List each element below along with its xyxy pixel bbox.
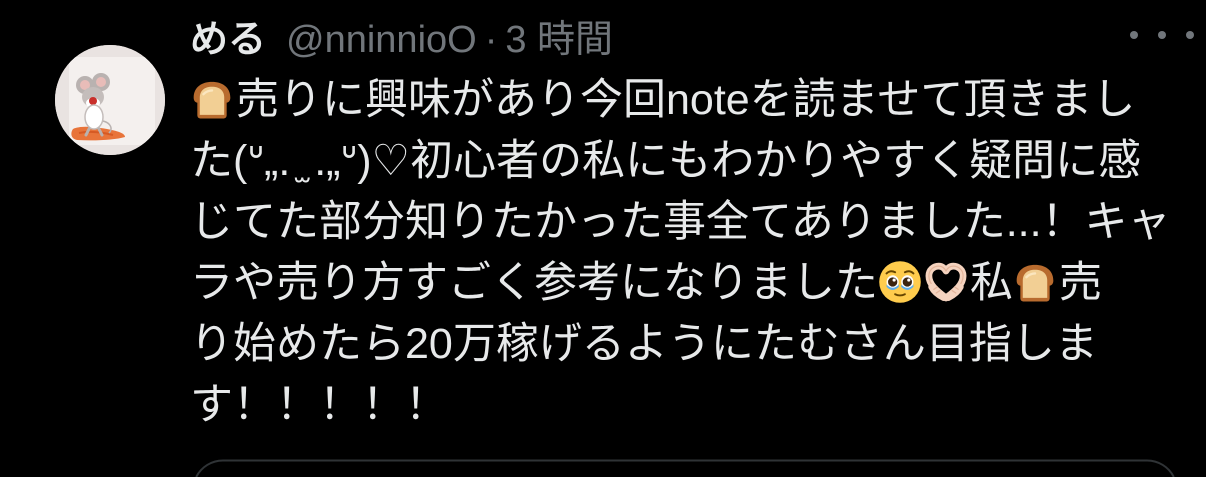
display-name[interactable]: める [190, 16, 266, 64]
tweet-text-segment: り始めたら20万稼げるようにたむさん目指しま [190, 320, 1098, 368]
face-holding-back-tears-emoji-icon [878, 260, 922, 304]
tweet-text-line: た(ᐡ„. ̫ .„ᐡ)♡初心者の私にもわかりやすく疑問に感 [190, 131, 1190, 192]
tweet-text-segment: す！！！！！ [190, 381, 448, 429]
tweet-text-line: り始めたら20万稼げるようにたむさん目指しま [190, 314, 1190, 375]
tweet-text-line: じてた部分知りたかった事全てありました...！キャ [190, 192, 1190, 253]
tweet-header: める @nninnioO · 3 時間 [190, 16, 613, 64]
tweet-text-segment: じてた部分知りたかった事全てありました...！キャ [190, 198, 1171, 246]
bread-emoji-icon [190, 77, 234, 121]
avatar-mouse-image [55, 45, 165, 155]
quoted-card[interactable] [192, 459, 1178, 477]
heart-hands-emoji-icon [924, 260, 968, 304]
user-handle[interactable]: @nninnioO [286, 16, 477, 64]
tweet-text: 売りに興味があり今回noteを読ませて頂きまし た(ᐡ„. ̫ .„ᐡ)♡初心者… [190, 70, 1190, 436]
more-horizontal-icon [1158, 31, 1166, 39]
avatar[interactable] [55, 45, 165, 155]
more-options-button[interactable] [1126, 22, 1198, 48]
tweet-text-line: す！！！！！ [190, 375, 1190, 436]
header-separator: · [484, 19, 498, 61]
tweet-text-segment: 私 [970, 259, 1013, 307]
tweet-text-line: 売りに興味があり今回noteを読ませて頂きまし [190, 70, 1190, 131]
tweet-timestamp[interactable]: 3 時間 [505, 16, 613, 64]
more-horizontal-icon [1186, 31, 1194, 39]
tweet-text-segment: た(ᐡ„. ̫ .„ᐡ)♡初心者の私にもわかりやすく疑問に感 [190, 137, 1142, 185]
tweet-text-segment: 売りに興味があり今回noteを読ませて頂きまし [236, 76, 1136, 124]
quoted-card-frame [195, 459, 1175, 477]
tweet-text-segment: 売 [1059, 259, 1102, 307]
tweet-text-segment: ラや売り方すごく参考になりました [190, 259, 878, 307]
bread-emoji-icon [1013, 260, 1057, 304]
more-horizontal-icon [1130, 31, 1138, 39]
tweet-text-line: ラや売り方すごく参考になりました 私 売 [190, 253, 1190, 314]
